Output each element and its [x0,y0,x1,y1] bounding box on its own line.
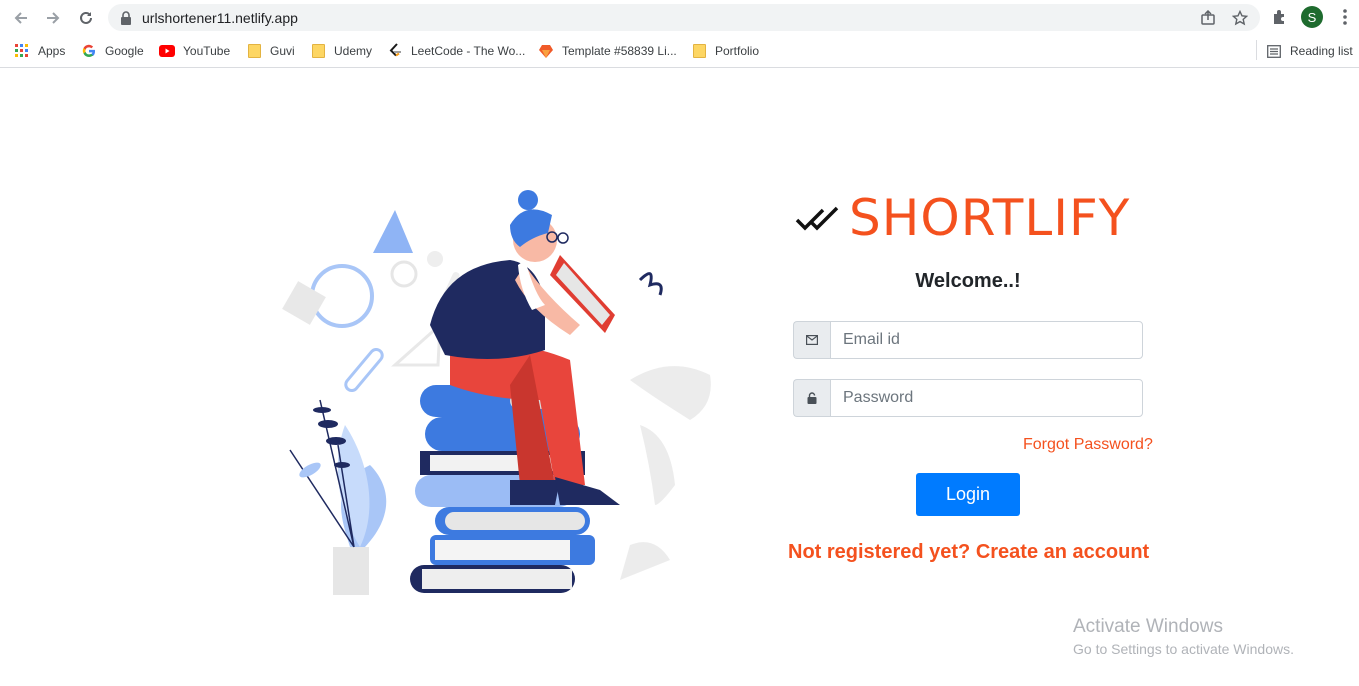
extensions-button[interactable] [1268,6,1290,28]
puzzle-icon [1274,10,1284,24]
bookmark-label: Google [105,44,144,58]
reading-list-icon [1266,43,1282,59]
url-text: urlshortener11.netlify.app [142,10,298,26]
bookmark-star-icon[interactable] [1231,9,1249,27]
bookmark-template[interactable]: Template #58839 Li... [538,41,677,61]
brand-logo: SHORTLIFY [795,188,1130,248]
folder-icon [691,43,707,59]
password-field[interactable] [830,379,1143,417]
bookmarks-separator [1256,40,1257,60]
watermark-title: Activate Windows [1073,616,1223,637]
bookmark-label: Apps [38,44,66,58]
leetcode-icon [387,43,403,59]
activate-windows-watermark: Activate Windows Go to Settings to activ… [1073,616,1294,657]
forward-button[interactable] [42,7,64,29]
lock-icon[interactable] [117,9,135,27]
reading-list-button[interactable]: Reading list [1266,41,1353,61]
bookmark-label: YouTube [183,44,231,58]
bookmark-leetcode[interactable]: LeetCode - The Wo... [387,41,525,61]
back-button[interactable] [10,7,32,29]
brand-name: SHORTLIFY [849,189,1131,247]
double-check-icon [795,206,839,231]
bookmark-udemy[interactable]: Udemy [310,41,372,61]
forward-arrow-icon [47,12,60,24]
bookmark-portfolio[interactable]: Portfolio [691,41,759,61]
welcome-heading: Welcome..! [915,270,1021,292]
google-icon [81,43,97,59]
youtube-icon [159,43,175,59]
email-input-group [793,321,1143,359]
bookmark-label: Template #58839 Li... [562,44,677,58]
watermark-subtitle: Go to Settings to activate Windows. [1073,641,1294,657]
create-account-link[interactable]: Not registered yet? Create an account [788,541,1149,564]
back-arrow-icon [14,12,27,24]
profile-initial: S [1307,9,1317,25]
email-field[interactable] [830,321,1143,359]
bookmark-label: Udemy [334,44,373,58]
bookmarks-bar: Apps Google YouTube Guvi Udemy LeetCode … [0,35,1359,68]
bookmark-apps[interactable]: Apps [14,41,65,61]
bookmark-guvi[interactable]: Guvi [246,41,295,61]
folder-icon [310,43,326,59]
reading-girl-illustration [282,190,711,595]
bookmark-youtube[interactable]: YouTube [159,41,230,61]
address-bar[interactable]: urlshortener11.netlify.app [108,4,1260,31]
browser-toolbar: urlshortener11.netlify.app S [0,0,1359,35]
bookmark-label: Guvi [270,44,295,58]
profile-avatar[interactable]: S [1301,6,1323,28]
template-icon [538,43,554,59]
bookmark-label: LeetCode - The Wo... [411,44,526,58]
reload-icon [80,11,92,24]
reading-list-label: Reading list [1290,44,1353,58]
reload-button[interactable] [75,7,97,29]
more-vertical-icon [1343,9,1347,25]
lock-icon [793,379,830,417]
forgot-password-link[interactable]: Forgot Password? [1023,436,1153,454]
login-button[interactable]: Login [916,473,1020,516]
password-input-group [793,379,1143,417]
folder-icon [246,43,262,59]
bookmark-google[interactable]: Google [81,41,144,61]
bookmark-label: Portfolio [715,44,760,58]
envelope-icon [793,321,830,359]
share-icon[interactable] [1199,9,1217,27]
apps-grid-icon [14,43,30,59]
menu-button[interactable] [1334,6,1356,28]
